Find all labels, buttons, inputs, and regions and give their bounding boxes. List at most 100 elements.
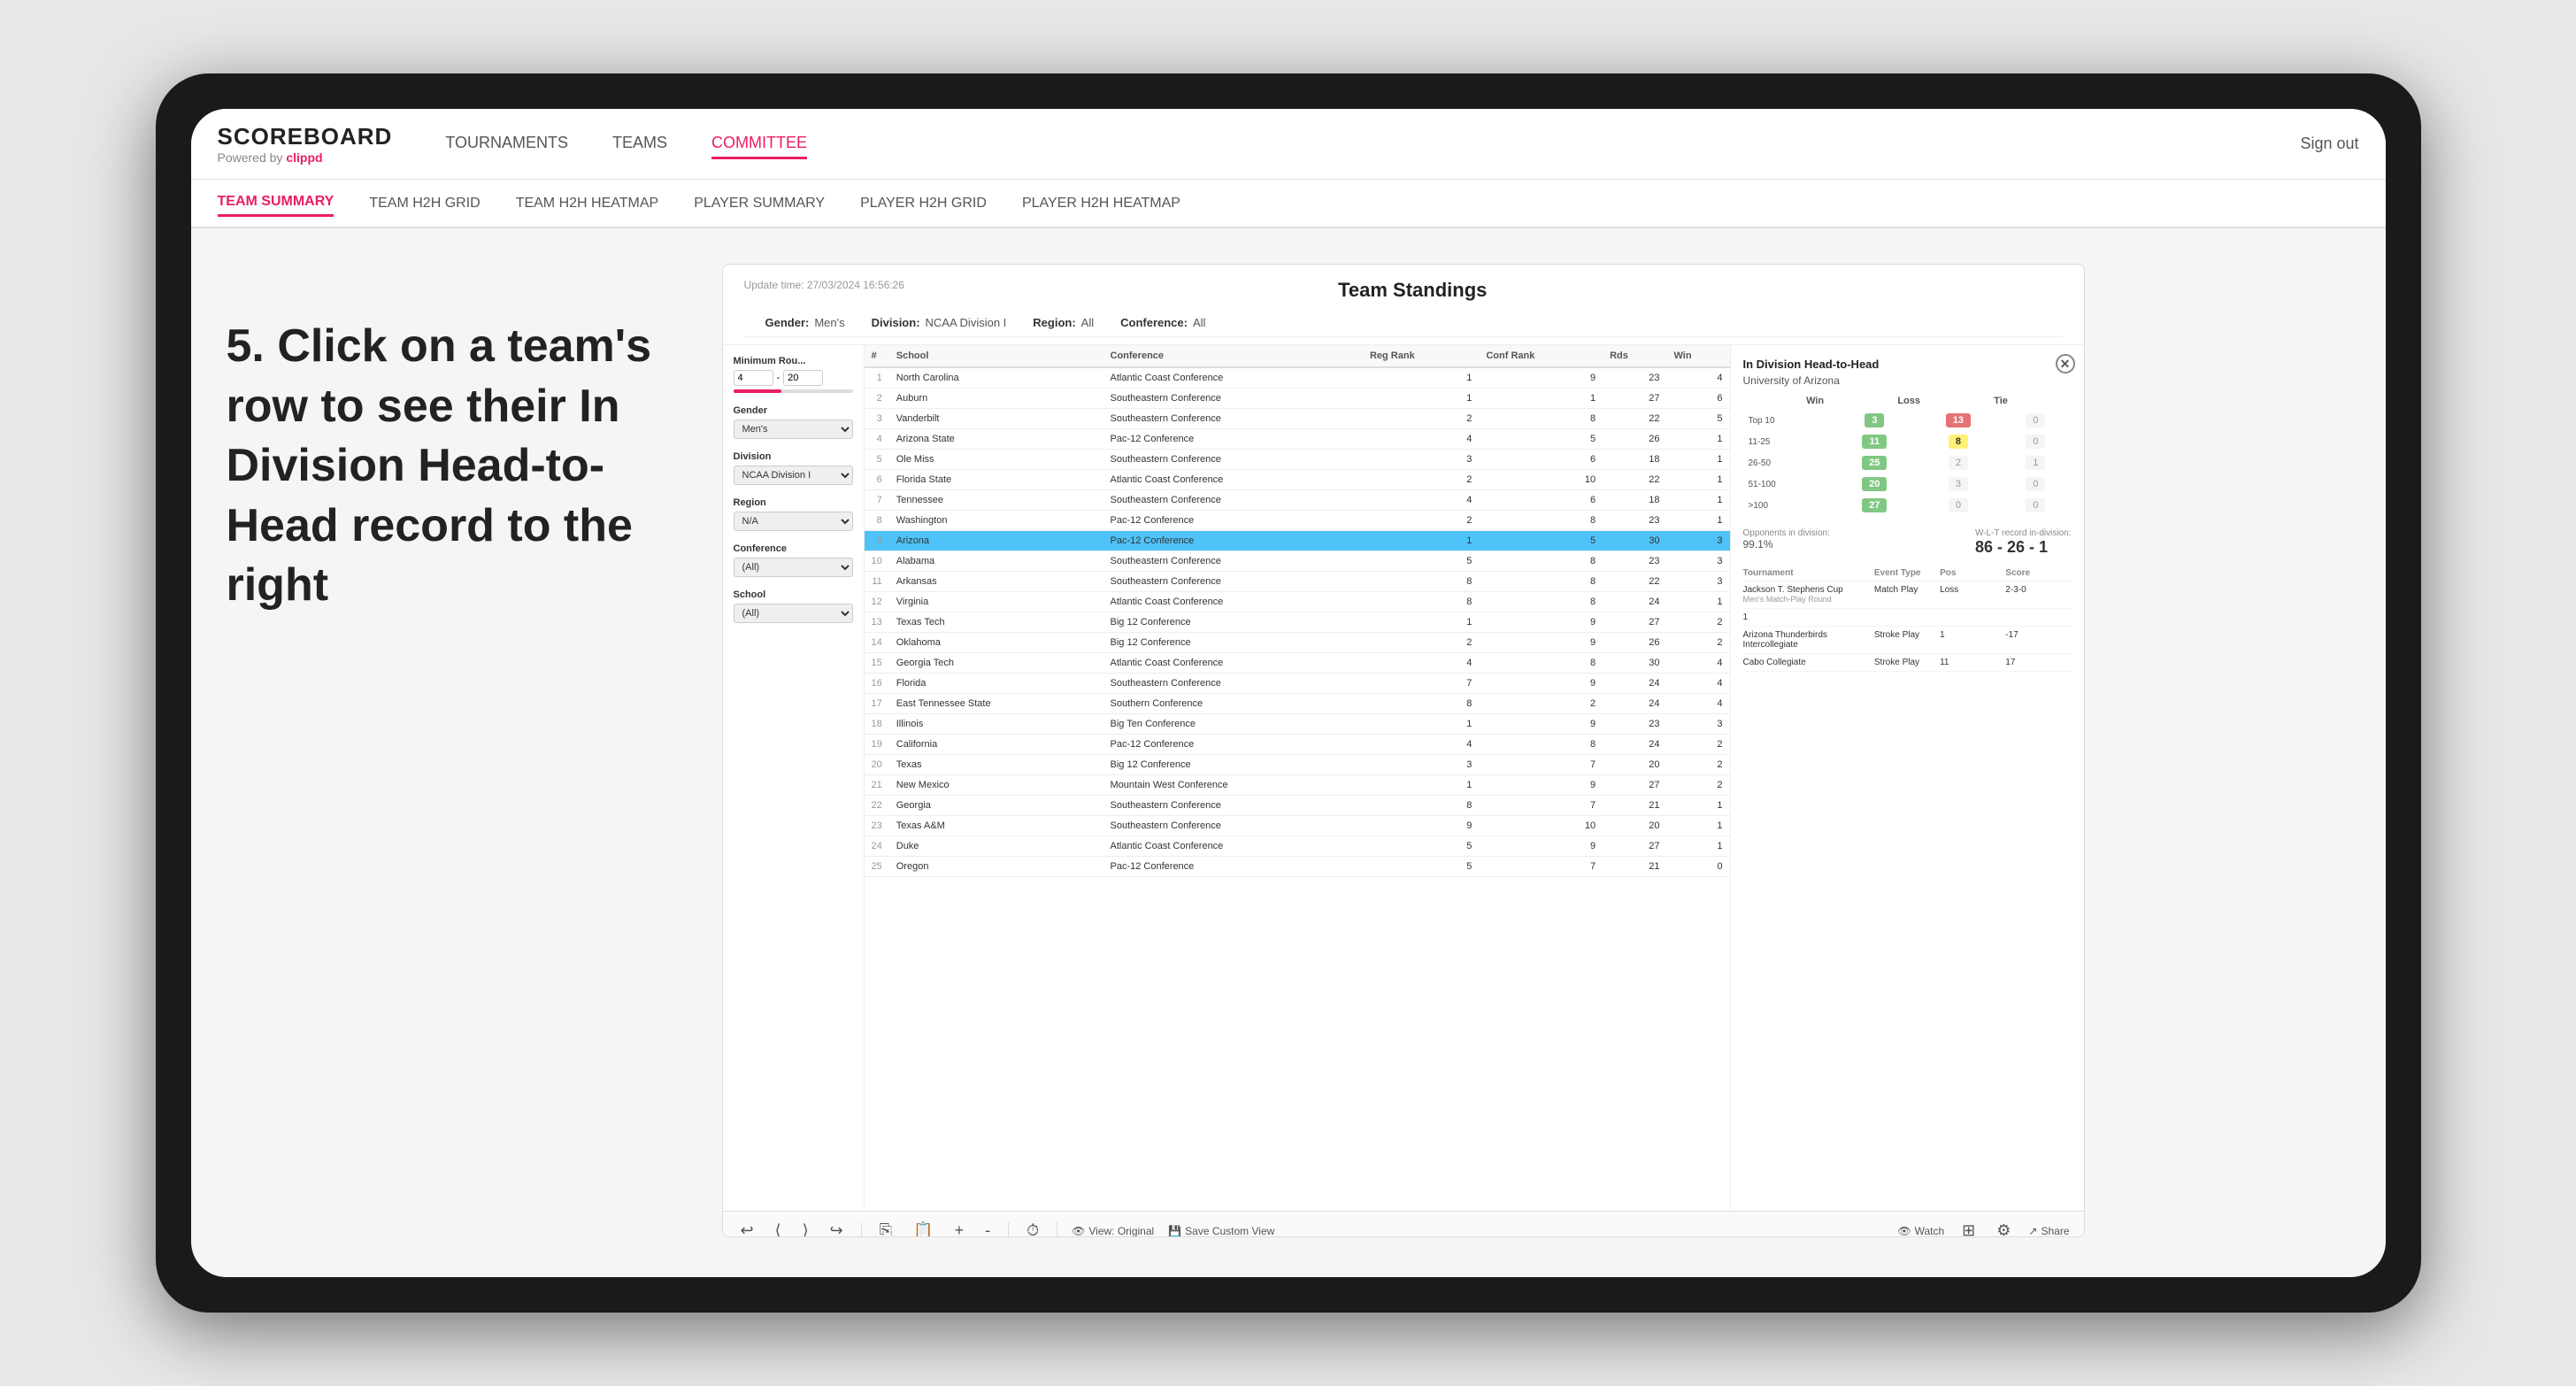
school-label: School [734,589,853,600]
sub-nav-team-h2h-heatmap[interactable]: TEAM H2H HEATMAP [516,191,659,216]
conference-select[interactable]: (All) [734,558,853,577]
sub-nav-team-summary[interactable]: TEAM SUMMARY [218,189,334,217]
division-select[interactable]: NCAA Division I [734,466,853,485]
sub-nav-team-h2h-grid[interactable]: TEAM H2H GRID [369,191,480,216]
max-rounds-input[interactable] [783,370,823,386]
team-conference: Pac-12 Conference [1103,531,1363,551]
table-row[interactable]: 18 Illinois Big Ten Conference 1 9 23 3 [865,714,1730,735]
table-row[interactable]: 20 Texas Big 12 Conference 3 7 20 2 [865,755,1730,775]
undo-button[interactable]: ↩ [737,1220,757,1237]
team-conference: Southeastern Conference [1103,572,1363,592]
table-row[interactable]: 6 Florida State Atlantic Coast Conferenc… [865,470,1730,490]
table-row[interactable]: 11 Arkansas Southeastern Conference 8 8 … [865,572,1730,592]
team-conf-rank: 10 [1479,470,1603,490]
nav-tournaments[interactable]: TOURNAMENTS [445,129,568,159]
school-select[interactable]: (All) [734,604,853,623]
table-row[interactable]: 9 Arizona Pac-12 Conference 1 5 30 3 [865,531,1730,551]
region-select[interactable]: N/A [734,512,853,531]
opponents-label: Opponents in division: [1743,528,1830,538]
table-row[interactable]: 12 Virginia Atlantic Coast Conference 8 … [865,592,1730,612]
team-rds: 24 [1603,735,1666,755]
table-row[interactable]: 15 Georgia Tech Atlantic Coast Conferenc… [865,653,1730,674]
h2h-loss-header: Loss [1897,396,1920,406]
team-school: Duke [889,836,1103,857]
team-conference: Atlantic Coast Conference [1103,592,1363,612]
table-row[interactable]: 25 Oregon Pac-12 Conference 5 7 21 0 [865,857,1730,877]
sign-out-button[interactable]: Sign out [2300,135,2358,153]
table-row[interactable]: 3 Vanderbilt Southeastern Conference 2 8… [865,409,1730,429]
share-button[interactable]: ↗ Share [2028,1225,2069,1237]
table-row[interactable]: 16 Florida Southeastern Conference 7 9 2… [865,674,1730,694]
tourn-col-pos: Pos [1940,568,2005,578]
team-rds: 22 [1603,409,1666,429]
layout-button[interactable]: ⊞ [1958,1220,1979,1237]
team-school: Georgia [889,796,1103,816]
table-row[interactable]: 4 Arizona State Pac-12 Conference 4 5 26… [865,429,1730,450]
team-school: North Carolina [889,367,1103,389]
team-conf-rank: 5 [1479,531,1603,551]
table-row[interactable]: 14 Oklahoma Big 12 Conference 2 9 26 2 [865,633,1730,653]
team-rank: 14 [865,633,889,653]
table-row[interactable]: 19 California Pac-12 Conference 4 8 24 2 [865,735,1730,755]
table-row[interactable]: 22 Georgia Southeastern Conference 8 7 2… [865,796,1730,816]
table-row[interactable]: 7 Tennessee Southeastern Conference 4 6 … [865,490,1730,511]
table-row[interactable]: 21 New Mexico Mountain West Conference 1… [865,775,1730,796]
team-reg-rank: 1 [1363,775,1479,796]
h2h-loss: 8 [1917,431,2001,452]
table-row[interactable]: 17 East Tennessee State Southern Confere… [865,694,1730,714]
team-conference: Southern Conference [1103,694,1363,714]
team-rds: 24 [1603,674,1666,694]
team-conf-rank: 1 [1479,389,1603,409]
sub-nav-player-h2h-grid[interactable]: PLAYER H2H GRID [860,191,987,216]
tourn-name-4: Cabo Collegiate [1743,658,1874,667]
team-rank: 18 [865,714,889,735]
toolbar-divider-1 [861,1222,862,1238]
table-row[interactable]: 8 Washington Pac-12 Conference 2 8 23 1 [865,511,1730,531]
table-row[interactable]: 5 Ole Miss Southeastern Conference 3 6 1… [865,450,1730,470]
team-win: 3 [1666,531,1729,551]
table-row[interactable]: 13 Texas Tech Big 12 Conference 1 9 27 2 [865,612,1730,633]
table-row[interactable]: 2 Auburn Southeastern Conference 1 1 27 … [865,389,1730,409]
sub-nav-player-h2h-heatmap[interactable]: PLAYER H2H HEATMAP [1022,191,1180,216]
min-rounds-input[interactable] [734,370,773,386]
team-win: 4 [1666,653,1729,674]
table-row[interactable]: 24 Duke Atlantic Coast Conference 5 9 27… [865,836,1730,857]
table-row[interactable]: 23 Texas A&M Southeastern Conference 9 1… [865,816,1730,836]
save-custom-button[interactable]: 💾 Save Custom View [1168,1225,1274,1237]
team-school: Vanderbilt [889,409,1103,429]
sub-nav-player-summary[interactable]: PLAYER SUMMARY [694,191,825,216]
redo-button[interactable]: ↪ [827,1220,847,1237]
team-win: 2 [1666,755,1729,775]
team-conference: Southeastern Conference [1103,450,1363,470]
view-original-button[interactable]: 👁 View: Original [1072,1225,1154,1237]
clock-button[interactable]: ⏱ [1023,1220,1042,1237]
gender-select[interactable]: Men's [734,420,853,439]
team-reg-rank: 2 [1363,511,1479,531]
team-conf-rank: 7 [1479,857,1603,877]
settings-button[interactable]: ⚙ [1993,1220,2014,1237]
tourn-pos-3: 1 [1940,630,2005,640]
step-back-button[interactable]: ⟨ [772,1220,785,1237]
division-value: NCAA Division I [926,316,1007,329]
scoreboard-panel: Update time: 27/03/2024 16:56:26 Team St… [722,264,2085,1237]
nav-teams[interactable]: TEAMS [612,129,667,159]
team-school: California [889,735,1103,755]
minus-button[interactable]: - [981,1220,994,1237]
nav-committee[interactable]: COMMITTEE [711,129,807,159]
team-rds: 30 [1603,531,1666,551]
table-row[interactable]: 1 North Carolina Atlantic Coast Conferen… [865,367,1730,389]
team-rds: 27 [1603,836,1666,857]
paste-button[interactable]: 📋 [910,1220,936,1237]
team-win: 0 [1666,857,1729,877]
watch-button[interactable]: 👁 Watch [1897,1225,1944,1237]
add-button[interactable]: + [951,1220,968,1237]
team-conf-rank: 5 [1479,429,1603,450]
h2h-row: 26-50 25 2 1 [1743,452,2072,474]
step-forward-button[interactable]: ⟩ [799,1220,812,1237]
table-row[interactable]: 10 Alabama Southeastern Conference 5 8 2… [865,551,1730,572]
copy-button[interactable]: ⎘ [876,1220,896,1237]
h2h-close-button[interactable]: ✕ [2056,354,2075,373]
team-rank: 22 [865,796,889,816]
rounds-slider[interactable] [734,389,853,393]
team-school: Florida [889,674,1103,694]
